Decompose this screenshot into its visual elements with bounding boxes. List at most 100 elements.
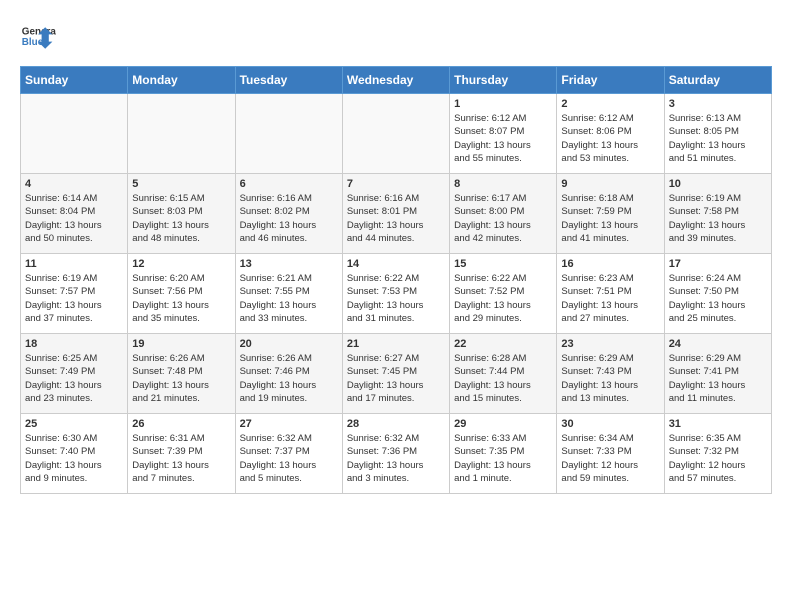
day-info: Sunrise: 6:21 AMSunset: 7:55 PMDaylight:… <box>240 272 338 325</box>
day-info: Sunrise: 6:12 AMSunset: 8:07 PMDaylight:… <box>454 112 552 165</box>
day-number: 13 <box>240 258 338 270</box>
day-number: 8 <box>454 178 552 190</box>
day-info: Sunrise: 6:13 AMSunset: 8:05 PMDaylight:… <box>669 112 767 165</box>
calendar-cell: 23 Sunrise: 6:29 AMSunset: 7:43 PMDayligh… <box>557 334 664 414</box>
day-number: 28 <box>347 418 445 430</box>
day-info: Sunrise: 6:29 AMSunset: 7:41 PMDaylight:… <box>669 352 767 405</box>
day-number: 20 <box>240 338 338 350</box>
day-info: Sunrise: 6:20 AMSunset: 7:56 PMDaylight:… <box>132 272 230 325</box>
day-number: 4 <box>25 178 123 190</box>
day-info: Sunrise: 6:19 AMSunset: 7:57 PMDaylight:… <box>25 272 123 325</box>
day-info: Sunrise: 6:34 AMSunset: 7:33 PMDaylight:… <box>561 432 659 485</box>
header-monday: Monday <box>128 67 235 94</box>
calendar-cell: 9 Sunrise: 6:18 AMSunset: 7:59 PMDaylight… <box>557 174 664 254</box>
page-header: General Blue <box>20 20 772 56</box>
calendar-cell: 2Sunrise: 6:12 AMSunset: 8:06 PMDaylight… <box>557 94 664 174</box>
day-info: Sunrise: 6:15 AMSunset: 8:03 PMDaylight:… <box>132 192 230 245</box>
calendar-cell: 24 Sunrise: 6:29 AMSunset: 7:41 PMDayligh… <box>664 334 771 414</box>
calendar-cell: 8 Sunrise: 6:17 AMSunset: 8:00 PMDaylight… <box>450 174 557 254</box>
day-info: Sunrise: 6:16 AMSunset: 8:01 PMDaylight:… <box>347 192 445 245</box>
week-row-3: 11 Sunrise: 6:19 AMSunset: 7:57 PMDayligh… <box>21 254 772 334</box>
week-row-4: 18 Sunrise: 6:25 AMSunset: 7:49 PMDayligh… <box>21 334 772 414</box>
header-sunday: Sunday <box>21 67 128 94</box>
day-info: Sunrise: 6:30 AMSunset: 7:40 PMDaylight:… <box>25 432 123 485</box>
day-number: 19 <box>132 338 230 350</box>
calendar-cell: 18 Sunrise: 6:25 AMSunset: 7:49 PMDayligh… <box>21 334 128 414</box>
day-number: 24 <box>669 338 767 350</box>
calendar-cell: 13 Sunrise: 6:21 AMSunset: 7:55 PMDayligh… <box>235 254 342 334</box>
calendar-cell: 1 Sunrise: 6:12 AMSunset: 8:07 PMDaylight… <box>450 94 557 174</box>
day-number: 7 <box>347 178 445 190</box>
day-number: 31 <box>669 418 767 430</box>
header-thursday: Thursday <box>450 67 557 94</box>
day-number: 25 <box>25 418 123 430</box>
day-info: Sunrise: 6:27 AMSunset: 7:45 PMDaylight:… <box>347 352 445 405</box>
day-number: 22 <box>454 338 552 350</box>
calendar-cell <box>21 94 128 174</box>
day-info: Sunrise: 6:33 AMSunset: 7:35 PMDaylight:… <box>454 432 552 485</box>
calendar-cell: 27Sunrise: 6:32 AMSunset: 7:37 PMDayligh… <box>235 414 342 494</box>
day-info: Sunrise: 6:29 AMSunset: 7:43 PMDaylight:… <box>561 352 659 405</box>
day-info: Sunrise: 6:17 AMSunset: 8:00 PMDaylight:… <box>454 192 552 245</box>
week-row-2: 4 Sunrise: 6:14 AMSunset: 8:04 PMDaylight… <box>21 174 772 254</box>
day-info: Sunrise: 6:14 AMSunset: 8:04 PMDaylight:… <box>25 192 123 245</box>
svg-text:General: General <box>22 26 56 37</box>
calendar-cell: 17Sunrise: 6:24 AMSunset: 7:50 PMDayligh… <box>664 254 771 334</box>
day-number: 3 <box>669 98 767 110</box>
calendar-cell: 12Sunrise: 6:20 AMSunset: 7:56 PMDayligh… <box>128 254 235 334</box>
calendar-cell: 29 Sunrise: 6:33 AMSunset: 7:35 PMDayligh… <box>450 414 557 494</box>
day-number: 23 <box>561 338 659 350</box>
day-info: Sunrise: 6:31 AMSunset: 7:39 PMDaylight:… <box>132 432 230 485</box>
calendar-cell <box>342 94 449 174</box>
calendar-cell <box>128 94 235 174</box>
week-row-1: 1 Sunrise: 6:12 AMSunset: 8:07 PMDaylight… <box>21 94 772 174</box>
calendar-cell: 22Sunrise: 6:28 AMSunset: 7:44 PMDayligh… <box>450 334 557 414</box>
day-info: Sunrise: 6:22 AMSunset: 7:53 PMDaylight:… <box>347 272 445 325</box>
calendar-cell: 20Sunrise: 6:26 AMSunset: 7:46 PMDayligh… <box>235 334 342 414</box>
calendar-cell: 7 Sunrise: 6:16 AMSunset: 8:01 PMDaylight… <box>342 174 449 254</box>
day-number: 26 <box>132 418 230 430</box>
day-info: Sunrise: 6:16 AMSunset: 8:02 PMDaylight:… <box>240 192 338 245</box>
day-info: Sunrise: 6:26 AMSunset: 7:48 PMDaylight:… <box>132 352 230 405</box>
calendar-cell: 10 Sunrise: 6:19 AMSunset: 7:58 PMDayligh… <box>664 174 771 254</box>
calendar-cell: 26 Sunrise: 6:31 AMSunset: 7:39 PMDayligh… <box>128 414 235 494</box>
header-wednesday: Wednesday <box>342 67 449 94</box>
logo-icon: General Blue <box>20 20 56 56</box>
day-info: Sunrise: 6:22 AMSunset: 7:52 PMDaylight:… <box>454 272 552 325</box>
calendar-cell: 6Sunrise: 6:16 AMSunset: 8:02 PMDaylight… <box>235 174 342 254</box>
day-number: 21 <box>347 338 445 350</box>
header-tuesday: Tuesday <box>235 67 342 94</box>
calendar-cell: 19 Sunrise: 6:26 AMSunset: 7:48 PMDayligh… <box>128 334 235 414</box>
day-number: 29 <box>454 418 552 430</box>
day-number: 16 <box>561 258 659 270</box>
calendar-cell: 4 Sunrise: 6:14 AMSunset: 8:04 PMDaylight… <box>21 174 128 254</box>
day-number: 30 <box>561 418 659 430</box>
day-number: 2 <box>561 98 659 110</box>
day-number: 9 <box>561 178 659 190</box>
day-number: 15 <box>454 258 552 270</box>
calendar-cell <box>235 94 342 174</box>
day-number: 14 <box>347 258 445 270</box>
day-number: 11 <box>25 258 123 270</box>
day-info: Sunrise: 6:32 AMSunset: 7:36 PMDaylight:… <box>347 432 445 485</box>
calendar-cell: 15 Sunrise: 6:22 AMSunset: 7:52 PMDayligh… <box>450 254 557 334</box>
calendar-header-row: SundayMondayTuesdayWednesdayThursdayFrid… <box>21 67 772 94</box>
day-number: 1 <box>454 98 552 110</box>
day-info: Sunrise: 6:25 AMSunset: 7:49 PMDaylight:… <box>25 352 123 405</box>
calendar-cell: 31Sunrise: 6:35 AMSunset: 7:32 PMDayligh… <box>664 414 771 494</box>
day-info: Sunrise: 6:24 AMSunset: 7:50 PMDaylight:… <box>669 272 767 325</box>
day-number: 10 <box>669 178 767 190</box>
day-number: 5 <box>132 178 230 190</box>
day-number: 18 <box>25 338 123 350</box>
calendar-cell: 25 Sunrise: 6:30 AMSunset: 7:40 PMDayligh… <box>21 414 128 494</box>
calendar-cell: 30 Sunrise: 6:34 AMSunset: 7:33 PMDayligh… <box>557 414 664 494</box>
calendar-cell: 3 Sunrise: 6:13 AMSunset: 8:05 PMDaylight… <box>664 94 771 174</box>
day-info: Sunrise: 6:19 AMSunset: 7:58 PMDaylight:… <box>669 192 767 245</box>
calendar-cell: 11 Sunrise: 6:19 AMSunset: 7:57 PMDayligh… <box>21 254 128 334</box>
week-row-5: 25 Sunrise: 6:30 AMSunset: 7:40 PMDayligh… <box>21 414 772 494</box>
calendar-cell: 28 Sunrise: 6:32 AMSunset: 7:36 PMDayligh… <box>342 414 449 494</box>
day-number: 27 <box>240 418 338 430</box>
day-info: Sunrise: 6:18 AMSunset: 7:59 PMDaylight:… <box>561 192 659 245</box>
calendar-cell: 5 Sunrise: 6:15 AMSunset: 8:03 PMDaylight… <box>128 174 235 254</box>
calendar-table: SundayMondayTuesdayWednesdayThursdayFrid… <box>20 66 772 494</box>
